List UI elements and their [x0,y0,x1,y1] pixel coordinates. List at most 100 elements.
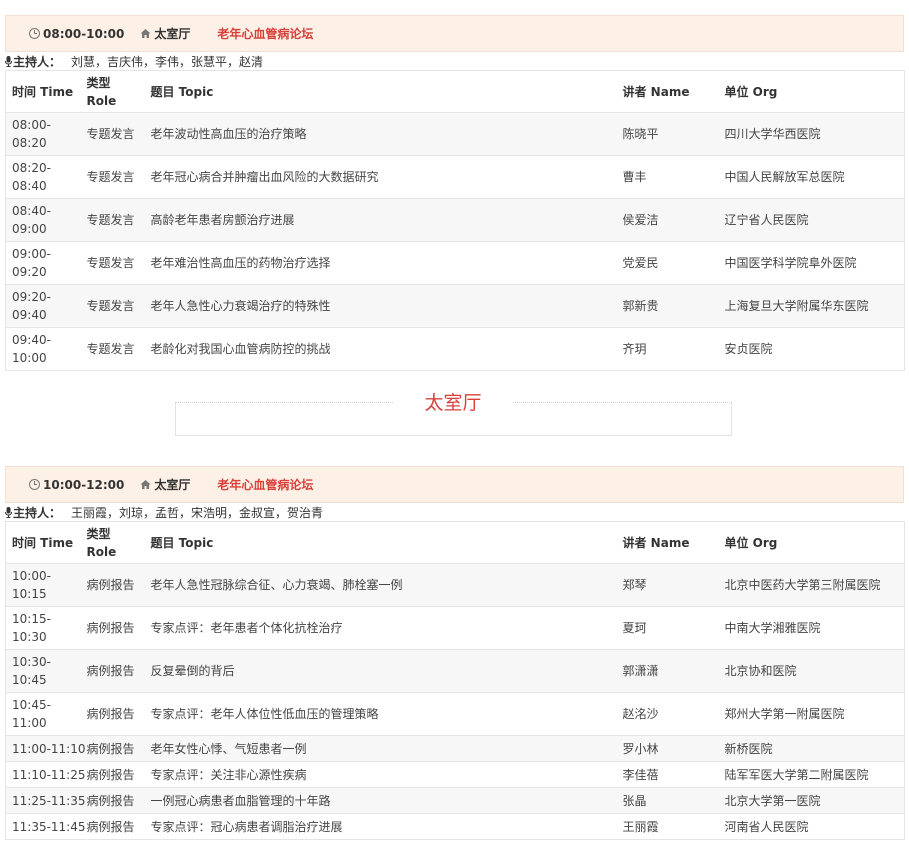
schedule-table: 时间 Time 类型 Role 题目 Topic 讲者 Name 单位 Org … [5,70,905,371]
row-time: 10:45-11:00 [5,692,81,736]
table-row: 09:00-09:20 专题发言 老年难治性高血压的药物治疗选择 党爱民 中国医… [5,241,905,285]
header-role: 类型 Role [86,75,117,108]
hosts-label: 主持人： [13,505,62,520]
microphone-icon [5,55,12,67]
row-org: 中国人民解放军总医院 [718,155,905,199]
row-speaker: 赵洺沙 [616,692,719,736]
row-speaker: 罗小林 [616,735,719,762]
clock-icon [29,479,40,490]
row-role: 专题发言 [80,155,145,199]
session-hosts: 主持人： 王丽霞，刘琼，孟哲，宋浩明，金叔宣，贺治青 [5,503,904,521]
row-role: 专题发言 [80,112,145,156]
row-topic: 老龄化对我国心血管病防控的挑战 [144,327,617,371]
row-topic: 一例冠心病患者血脂管理的十年路 [144,787,617,814]
row-org: 河南省人民医院 [718,813,905,840]
row-speaker: 王丽霞 [616,813,719,840]
row-topic: 老年波动性高血压的治疗策略 [144,112,617,156]
table-row: 11:35-11:45 病例报告 专家点评：冠心病患者调脂治疗进展 王丽霞 河南… [5,813,905,840]
divider-line-left [175,402,393,403]
row-org: 上海复旦大学附属华东医院 [718,284,905,328]
session-header: 08:00-10:00 太室厅 老年心血管病论坛 [5,15,904,52]
header-topic: 题目 Topic [150,535,214,550]
row-speaker: 曹丰 [616,155,719,199]
row-org: 辽宁省人民医院 [718,198,905,242]
table-row: 11:25-11:35 病例报告 一例冠心病患者血脂管理的十年路 张晶 北京大学… [5,787,905,814]
row-topic: 老年人急性冠脉综合征、心力衰竭、肺栓塞一例 [144,563,617,607]
header-role: 类型 Role [86,526,117,559]
header-org: 单位 Org [724,535,778,550]
row-time: 11:10-11:25 [5,761,86,788]
home-icon [140,28,151,39]
row-role: 专题发言 [80,241,145,285]
row-org: 陆军军医大学第二附属医院 [718,761,905,788]
table-row: 10:30-10:45 病例报告 反复晕倒的背后 郭潇潇 北京协和医院 [5,649,905,693]
row-speaker: 郭潇潇 [616,649,719,693]
header-org: 单位 Org [724,84,778,99]
table-row: 10:45-11:00 病例报告 专家点评：老年人体位性低血压的管理策略 赵洺沙… [5,692,905,736]
header-time: 时间 Time [12,535,74,550]
session-hosts: 主持人： 刘慧，吉庆伟，李伟，张慧平，赵清 [5,52,904,70]
session-header: 10:00-12:00 太室厅 老年心血管病论坛 [5,466,904,503]
header-time: 时间 Time [12,84,74,99]
row-role: 病例报告 [80,813,145,840]
row-topic: 老年冠心病合并肿瘤出血风险的大数据研究 [144,155,617,199]
row-time: 10:00-10:15 [5,563,81,607]
table-header-row: 时间 Time 类型 Role 题目 Topic 讲者 Name 单位 Org [6,71,905,113]
row-speaker: 张晶 [616,787,719,814]
row-topic: 老年难治性高血压的药物治疗选择 [144,241,617,285]
row-org: 郑州大学第一附属医院 [718,692,905,736]
row-org: 中南大学湘雅医院 [718,606,905,650]
table-row: 10:15-10:30 病例报告 专家点评：老年患者个体化抗栓治疗 夏珂 中南大… [5,606,905,650]
row-time: 08:00-08:20 [5,112,81,156]
row-speaker: 陈晓平 [616,112,719,156]
row-speaker: 齐玥 [616,327,719,371]
clock-icon [29,28,40,39]
header-speaker: 讲者 Name [622,535,690,550]
row-speaker: 郭新贵 [616,284,719,328]
row-time: 09:40-10:00 [5,327,81,371]
row-topic: 老年人急性心力衰竭治疗的特殊性 [144,284,617,328]
microphone-icon [5,506,12,518]
session-forum: 老年心血管病论坛 [217,478,314,492]
row-role: 病例报告 [80,563,145,607]
session-1: 08:00-10:00 太室厅 老年心血管病论坛 主持人： 刘慧，吉庆伟，李伟，… [5,15,905,371]
row-speaker: 李佳蓓 [616,761,719,788]
row-speaker: 夏珂 [616,606,719,650]
row-topic: 反复晕倒的背后 [144,649,617,693]
row-time: 11:35-11:45 [5,813,86,840]
session-time-text: 08:00-10:00 [43,26,125,41]
row-role: 病例报告 [80,649,145,693]
session-forum: 老年心血管病论坛 [217,27,314,41]
session-room: 太室厅 [154,478,191,492]
row-time: 09:00-09:20 [5,241,81,285]
row-org: 北京大学第一医院 [718,787,905,814]
row-role: 病例报告 [80,761,145,788]
row-topic: 专家点评：冠心病患者调脂治疗进展 [144,813,617,840]
row-speaker: 党爱民 [616,241,719,285]
home-icon [140,479,151,490]
table-row: 10:00-10:15 病例报告 老年人急性冠脉综合征、心力衰竭、肺栓塞一例 郑… [5,563,905,607]
row-time: 08:40-09:00 [5,198,81,242]
hosts-names: 刘慧，吉庆伟，李伟，张慧平，赵清 [71,54,264,69]
table-row: 11:10-11:25 病例报告 专家点评：关注非心源性疾病 李佳蓓 陆军军医大… [5,761,905,788]
row-time: 11:00-11:10 [5,735,86,762]
row-topic: 高龄老年患者房颤治疗进展 [144,198,617,242]
row-time: 11:25-11:35 [5,787,86,814]
row-org: 北京协和医院 [718,649,905,693]
table-row: 08:20-08:40 专题发言 老年冠心病合并肿瘤出血风险的大数据研究 曹丰 … [5,155,905,199]
row-org: 四川大学华西医院 [718,112,905,156]
row-role: 专题发言 [80,327,145,371]
table-row: 11:00-11:10 病例报告 老年女性心悸、气短患者一例 罗小林 新桥医院 [5,735,905,762]
row-org: 安贞医院 [718,327,905,371]
row-time: 08:20-08:40 [5,155,81,199]
row-time: 10:15-10:30 [5,606,81,650]
session-time-text: 10:00-12:00 [43,477,125,492]
row-role: 病例报告 [80,606,145,650]
row-role: 专题发言 [80,198,145,242]
row-topic: 专家点评：关注非心源性疾病 [144,761,617,788]
row-topic: 专家点评：老年人体位性低血压的管理策略 [144,692,617,736]
hosts-names: 王丽霞，刘琼，孟哲，宋浩明，金叔宣，贺治青 [71,505,324,520]
session-time: 10:00-12:00 [29,478,124,492]
schedule-table: 时间 Time 类型 Role 题目 Topic 讲者 Name 单位 Org … [5,521,905,840]
row-org: 新桥医院 [718,735,905,762]
